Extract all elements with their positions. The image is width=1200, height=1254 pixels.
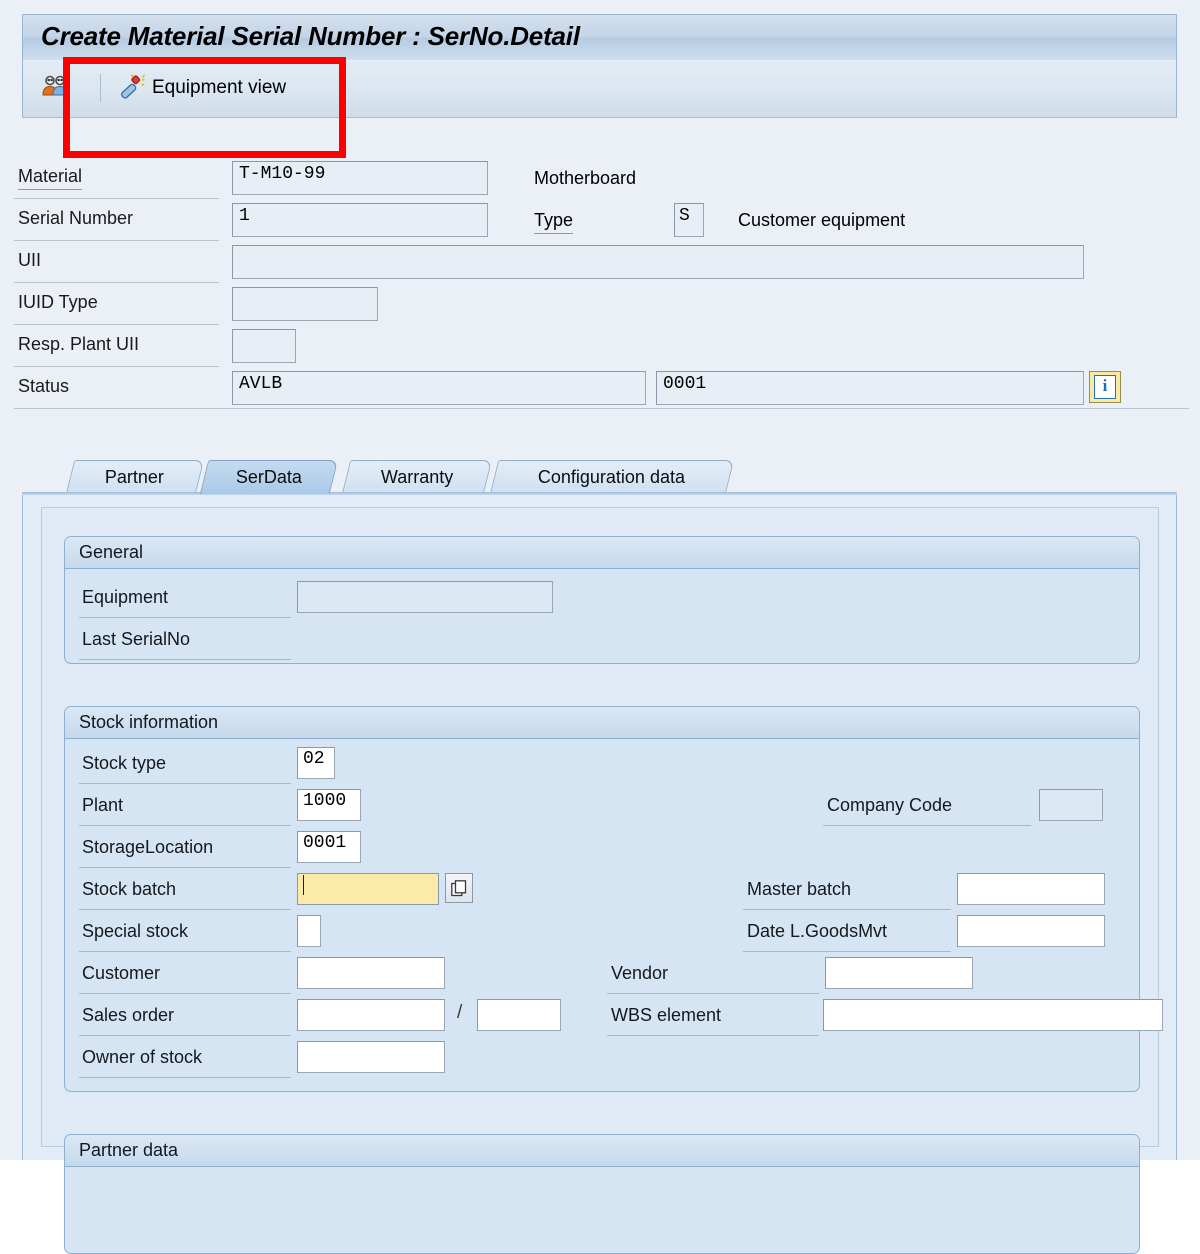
stock-batch-field[interactable]: [297, 873, 439, 905]
sales-order-field[interactable]: [297, 999, 445, 1031]
customer-label: Customer: [82, 963, 161, 983]
header-row-serial-number: Serial Number 1 Type S Customer equipmen…: [0, 200, 1200, 242]
form-row-owner-of-stock: Owner of stock: [65, 1039, 1139, 1081]
header-row-material: Material T-M10-99 Motherboard: [0, 158, 1200, 200]
uii-field[interactable]: [232, 245, 1084, 279]
tab-partner-label: Partner: [105, 467, 165, 487]
status-field[interactable]: AVLB: [232, 371, 646, 405]
tab-warranty[interactable]: Warranty: [341, 460, 493, 494]
form-row-special-stock: Special stock Date L.GoodsMvt: [65, 913, 1139, 955]
form-row-stock-type: Stock type 02: [65, 745, 1139, 787]
form-row-plant: Plant 1000 Company Code: [65, 787, 1139, 829]
stock-batch-label: Stock batch: [82, 879, 177, 899]
iuid-type-field[interactable]: [232, 287, 378, 321]
magic-wand-icon: [119, 73, 145, 104]
equipment-view-label: Equipment view: [152, 77, 287, 98]
header-row-iuid-type: IUID Type: [0, 284, 1200, 326]
serial-number-field[interactable]: 1: [232, 203, 488, 237]
tab-serdata[interactable]: SerData: [199, 460, 339, 494]
master-batch-label: Master batch: [747, 879, 852, 899]
vendor-field[interactable]: [825, 957, 973, 989]
form-row-storage-location: StorageLocation 0001: [65, 829, 1139, 871]
tab-configuration-data-label: Configuration data: [538, 467, 686, 487]
form-row-customer: Customer Vendor: [65, 955, 1139, 997]
sap-gui-window: Create Material Serial Number : SerNo.De…: [0, 0, 1200, 1254]
last-serialno-label: Last SerialNo: [82, 629, 191, 649]
storage-location-field[interactable]: 0001: [297, 831, 361, 863]
partners-button[interactable]: [35, 68, 75, 108]
search-help-icon[interactable]: [445, 873, 473, 903]
info-icon: i: [1094, 375, 1116, 399]
tab-serdata-label: SerData: [235, 467, 302, 487]
form-row-sales-order: Sales order / WBS element: [65, 997, 1163, 1039]
status-code-field[interactable]: 0001: [656, 371, 1084, 405]
header-row-status: Status AVLB 0001 i: [0, 368, 1200, 410]
sales-order-separator: /: [457, 1002, 463, 1023]
plant-field[interactable]: 1000: [297, 789, 361, 821]
type-label: Type: [534, 210, 574, 234]
owner-of-stock-label: Owner of stock: [82, 1047, 203, 1067]
type-field[interactable]: S: [674, 203, 704, 237]
iuid-type-label: IUID Type: [18, 292, 98, 312]
serdata-tab-panel: General Equipment Last SerialNo Stock in…: [22, 495, 1177, 1254]
tab-configuration-data[interactable]: Configuration data: [489, 460, 735, 494]
material-field[interactable]: T-M10-99: [232, 161, 488, 195]
plant-label: Plant: [82, 795, 124, 815]
serdata-panel-inner: General Equipment Last SerialNo Stock in…: [41, 507, 1163, 1254]
uii-label: UII: [18, 250, 42, 270]
window-title-bar: Create Material Serial Number : SerNo.De…: [22, 14, 1177, 60]
special-stock-label: Special stock: [82, 921, 189, 941]
stock-type-label: Stock type: [82, 753, 167, 773]
partner-data-group-title: Partner data: [65, 1135, 1139, 1167]
storage-location-label: StorageLocation: [82, 837, 214, 857]
header-row-uii: UII: [0, 242, 1200, 284]
date-last-goods-mvt-field[interactable]: [957, 915, 1105, 947]
general-group: General Equipment Last SerialNo: [64, 536, 1140, 664]
equipment-field[interactable]: [297, 581, 553, 613]
stock-information-group: Stock information Stock type 02 Plant 10…: [64, 706, 1163, 1092]
status-info-button[interactable]: i: [1089, 371, 1121, 403]
resp-plant-uii-label: Resp. Plant UII: [18, 334, 140, 354]
sales-order-item-field[interactable]: [477, 999, 561, 1031]
equipment-label: Equipment: [82, 587, 169, 607]
wbs-element-label: WBS element: [611, 1005, 722, 1025]
equipment-view-button[interactable]: Equipment view: [113, 68, 292, 108]
owner-of-stock-field[interactable]: [297, 1041, 445, 1073]
partner-data-group: Partner data: [64, 1134, 1140, 1254]
customer-field[interactable]: [297, 957, 445, 989]
people-icon: [41, 74, 69, 103]
master-batch-field[interactable]: [957, 873, 1105, 905]
date-last-goods-mvt-label: Date L.GoodsMvt: [747, 921, 888, 941]
vendor-label: Vendor: [611, 963, 669, 983]
company-code-label: Company Code: [827, 795, 953, 815]
material-label: Material: [18, 166, 83, 190]
toolbar-separator: [100, 74, 101, 102]
stock-information-group-title: Stock information: [65, 707, 1139, 739]
tab-partner[interactable]: Partner: [65, 460, 205, 494]
company-code-field[interactable]: [1039, 789, 1103, 821]
header-row-resp-plant-uii: Resp. Plant UII: [0, 326, 1200, 368]
form-row-equipment: Equipment: [65, 579, 1139, 621]
form-row-stock-batch: Stock batch Master batch: [65, 871, 1139, 913]
type-description: Customer equipment: [738, 210, 906, 230]
application-toolbar: Equipment view: [22, 60, 1177, 118]
resp-plant-uii-field[interactable]: [232, 329, 296, 363]
serial-number-header: Material T-M10-99 Motherboard Serial Num…: [0, 118, 1200, 418]
page-title: Create Material Serial Number : SerNo.De…: [41, 21, 580, 51]
serial-number-label: Serial Number: [18, 208, 134, 228]
tab-warranty-label: Warranty: [380, 467, 454, 487]
material-description: Motherboard: [534, 168, 637, 188]
wbs-element-field[interactable]: [823, 999, 1163, 1031]
form-row-last-serialno: Last SerialNo: [65, 623, 1139, 665]
stock-type-field[interactable]: 02: [297, 747, 335, 779]
sales-order-label: Sales order: [82, 1005, 175, 1025]
tab-strip: Partner SerData Warranty Configuration d…: [22, 460, 1177, 494]
special-stock-field[interactable]: [297, 915, 321, 947]
general-group-title: General: [65, 537, 1139, 569]
status-label: Status: [18, 376, 70, 396]
